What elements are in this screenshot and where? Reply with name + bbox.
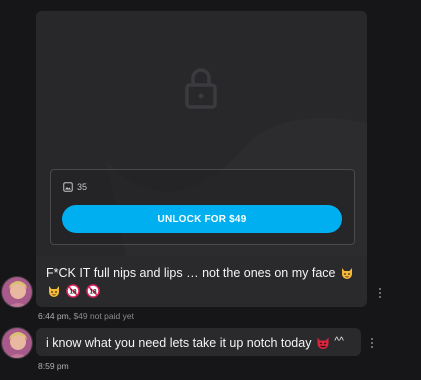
chat-thread: 35 UNLOCK FOR $49 F*CK IT full nips and …: [0, 0, 421, 380]
unlock-panel: 35 UNLOCK FOR $49: [50, 169, 355, 245]
devil-emoji-icon: [317, 337, 329, 349]
sender-avatar[interactable]: [1, 276, 33, 308]
message-body: F*CK IT full nips and lips … not the one…: [46, 266, 336, 280]
cat-emoji-icon: [49, 286, 59, 297]
lock-icon: [185, 68, 217, 109]
message-bubble: i know what you need lets take it up not…: [36, 328, 361, 356]
age-18-emoji-icon: 18: [86, 284, 100, 298]
media-count: 35: [63, 182, 87, 192]
avatar-image: [2, 277, 32, 307]
message-time: 6:44 pm: [38, 311, 69, 321]
payment-status: $49 not paid yet: [73, 311, 134, 321]
message-options-button[interactable]: [377, 288, 383, 300]
message-time: 8:59 pm: [38, 361, 69, 371]
message-body: i know what you need lets take it up not…: [46, 336, 312, 350]
svg-text:18: 18: [89, 288, 97, 295]
image-icon: [63, 182, 73, 192]
message-options-button[interactable]: [369, 338, 375, 350]
message-trailing: ^^: [334, 336, 344, 347]
sender-avatar[interactable]: [1, 327, 33, 359]
avatar-image: [2, 328, 32, 358]
media-count-value: 35: [77, 182, 88, 192]
message-text: F*CK IT full nips and lips … not the one…: [46, 264, 366, 300]
locked-media-preview[interactable]: 35 UNLOCK FOR $49: [36, 11, 367, 256]
message-text: i know what you need lets take it up not…: [46, 333, 344, 352]
message-meta: 6:44 pm, $49 not paid yet: [38, 311, 134, 321]
unlock-button[interactable]: UNLOCK FOR $49: [62, 205, 342, 233]
message-meta: 8:59 pm: [38, 361, 69, 371]
locked-message-card: 35 UNLOCK FOR $49 F*CK IT full nips and …: [36, 11, 367, 307]
cat-emoji-icon: [341, 268, 352, 279]
svg-text:18: 18: [70, 288, 78, 295]
age-18-emoji-icon: 18: [66, 284, 81, 298]
